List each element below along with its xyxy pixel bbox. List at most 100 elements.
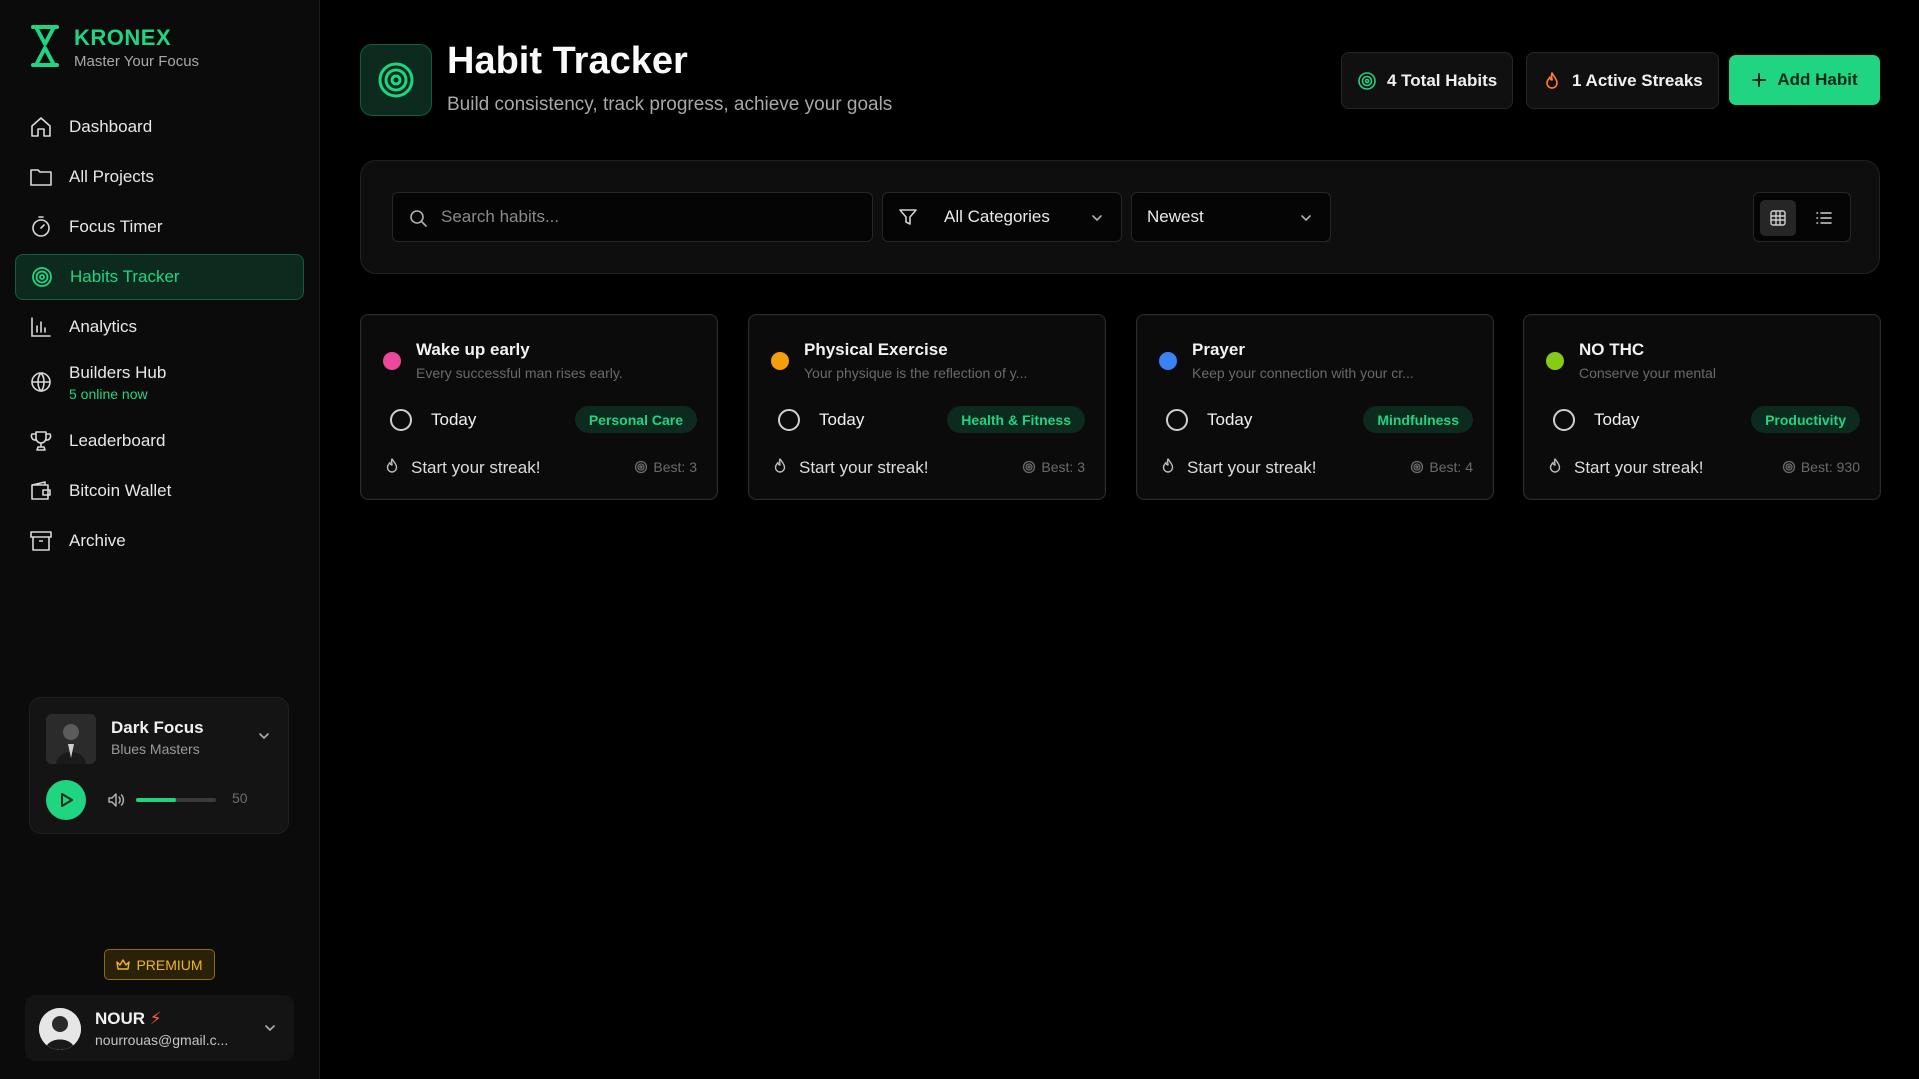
habit-streak-text: Start your streak! [1187, 458, 1317, 477]
habit-category-badge: Productivity [1751, 406, 1860, 433]
nav-item-leaderboard[interactable]: Leaderboard [15, 418, 304, 464]
search-input[interactable] [441, 193, 861, 241]
habit-category-badge: Mindfulness [1363, 406, 1473, 433]
music-player: Dark Focus Blues Masters 50 [29, 697, 289, 834]
habit-today-checkbox[interactable] [1166, 409, 1188, 431]
add-habit-label: Add Habit [1777, 70, 1858, 89]
sort-select[interactable]: Newest [1131, 192, 1331, 242]
volume-fill [136, 798, 176, 802]
brand[interactable]: KRONEX Master Your Focus [30, 24, 199, 70]
habit-streak-text: Start your streak! [1574, 458, 1704, 477]
sort-value: Newest [1147, 207, 1204, 226]
flame-icon [1546, 71, 1558, 89]
timer-icon [29, 215, 53, 239]
target-icon [378, 62, 414, 98]
category-value: All Categories [944, 207, 1050, 226]
habit-color-dot [1546, 352, 1564, 370]
wallet-icon [29, 479, 53, 503]
category-select[interactable]: All Categories [882, 192, 1122, 242]
habit-today-checkbox[interactable] [390, 409, 412, 431]
folder-icon [29, 165, 53, 189]
user-profile[interactable]: NOUR ⚡ nourrouas@gmail.c... [25, 995, 294, 1061]
play-button[interactable] [46, 780, 86, 820]
brand-tagline: Master Your Focus [74, 53, 200, 70]
grid-view-button[interactable] [1760, 200, 1796, 236]
nav-label: Builders Hub [69, 362, 167, 382]
active-streaks-label: 1 Active Streaks [1572, 70, 1703, 90]
nav-item-all-projects[interactable]: All Projects [15, 154, 304, 200]
flame-icon [774, 458, 786, 473]
track-artist: Blues Masters [111, 741, 200, 757]
habit-today-checkbox[interactable] [778, 409, 800, 431]
nav-label: Bitcoin Wallet [69, 481, 172, 500]
habit-description: Keep your connection with your cr... [1192, 365, 1414, 381]
volume-slider[interactable] [136, 798, 216, 802]
user-email: nourrouas@gmail.c... [95, 1032, 229, 1048]
nav-label: All Projects [69, 167, 155, 186]
nav-label: Analytics [69, 317, 138, 336]
view-toggle [1753, 192, 1851, 242]
page-title: Habit Tracker [447, 40, 688, 82]
nav-label: Leaderboard [69, 431, 166, 450]
habit-today-checkbox[interactable] [1553, 409, 1575, 431]
habit-description: Every successful man rises early. [416, 365, 623, 381]
habit-category-badge: Personal Care [574, 406, 697, 433]
target-icon [1782, 460, 1795, 474]
filter-icon [899, 209, 917, 225]
nav-item-focus-timer[interactable]: Focus Timer [15, 204, 304, 250]
crown-icon [116, 958, 131, 970]
habit-description: Your physique is the reflection of y... [804, 365, 1028, 381]
search-box[interactable] [392, 192, 873, 242]
active-streaks-stat: 1 Active Streaks [1526, 52, 1719, 109]
habit-card[interactable]: Prayer Keep your connection with your cr… [1136, 314, 1494, 500]
habit-streak-text: Start your streak! [799, 458, 929, 477]
nav-item-analytics[interactable]: Analytics [15, 304, 304, 350]
nav-item-archive[interactable]: Archive [15, 518, 304, 564]
habit-best-streak: Best: 3 [1022, 459, 1085, 475]
volume-icon[interactable] [106, 790, 126, 810]
habit-card[interactable]: Physical Exercise Your physique is the r… [748, 314, 1106, 500]
flame-icon [1549, 458, 1561, 473]
main-nav: Dashboard All Projects Focus Timer Habit… [15, 104, 304, 568]
habit-best-streak: Best: 930 [1782, 459, 1860, 475]
trophy-icon [29, 429, 53, 453]
premium-badge[interactable]: PREMIUM [104, 949, 215, 980]
chevron-down-icon[interactable] [256, 728, 272, 744]
chevron-down-icon [1092, 215, 1102, 222]
search-icon [410, 210, 427, 227]
habit-description: Conserve your mental [1579, 365, 1716, 381]
plus-icon [1752, 73, 1767, 87]
online-count: 5 online now [69, 385, 148, 402]
habit-category-badge: Health & Fitness [947, 406, 1085, 433]
volume-value: 50 [232, 790, 248, 806]
flame-icon [1162, 458, 1174, 473]
page-subtitle: Build consistency, track progress, achie… [447, 94, 893, 115]
album-cover [46, 714, 96, 764]
archive-icon [29, 529, 53, 553]
nav-item-dashboard[interactable]: Dashboard [15, 104, 304, 150]
grid-icon [1770, 210, 1786, 226]
list-view-button[interactable] [1806, 200, 1842, 236]
habit-title: Physical Exercise [804, 340, 948, 359]
best-value: Best: 3 [653, 459, 697, 475]
hourglass-logo-icon [31, 25, 59, 67]
nav-item-habits-tracker[interactable]: Habits Tracker [15, 254, 304, 300]
habit-card[interactable]: NO THC Conserve your mental Today Produc… [1523, 314, 1881, 500]
habit-best-streak: Best: 3 [634, 459, 697, 475]
home-icon [29, 115, 53, 139]
habit-today-label: Today [1594, 410, 1640, 429]
add-habit-button[interactable]: Add Habit [1729, 55, 1880, 105]
best-value: Best: 930 [1800, 459, 1860, 475]
total-habits-stat: 4 Total Habits [1341, 52, 1514, 109]
best-value: Best: 4 [1429, 459, 1473, 475]
habit-streak-text: Start your streak! [411, 458, 541, 477]
habit-title: Wake up early [416, 340, 530, 359]
target-icon [635, 460, 648, 474]
nav-item-bitcoin-wallet[interactable]: Bitcoin Wallet [15, 468, 304, 514]
chevron-down-icon[interactable] [262, 1020, 278, 1036]
habit-color-dot [1159, 352, 1177, 370]
target-icon [1358, 71, 1376, 90]
habit-card[interactable]: Wake up early Every successful man rises… [360, 314, 718, 500]
nav-item-builders-hub[interactable]: Builders Hub 5 online now [15, 354, 304, 410]
habit-today-label: Today [819, 410, 865, 429]
